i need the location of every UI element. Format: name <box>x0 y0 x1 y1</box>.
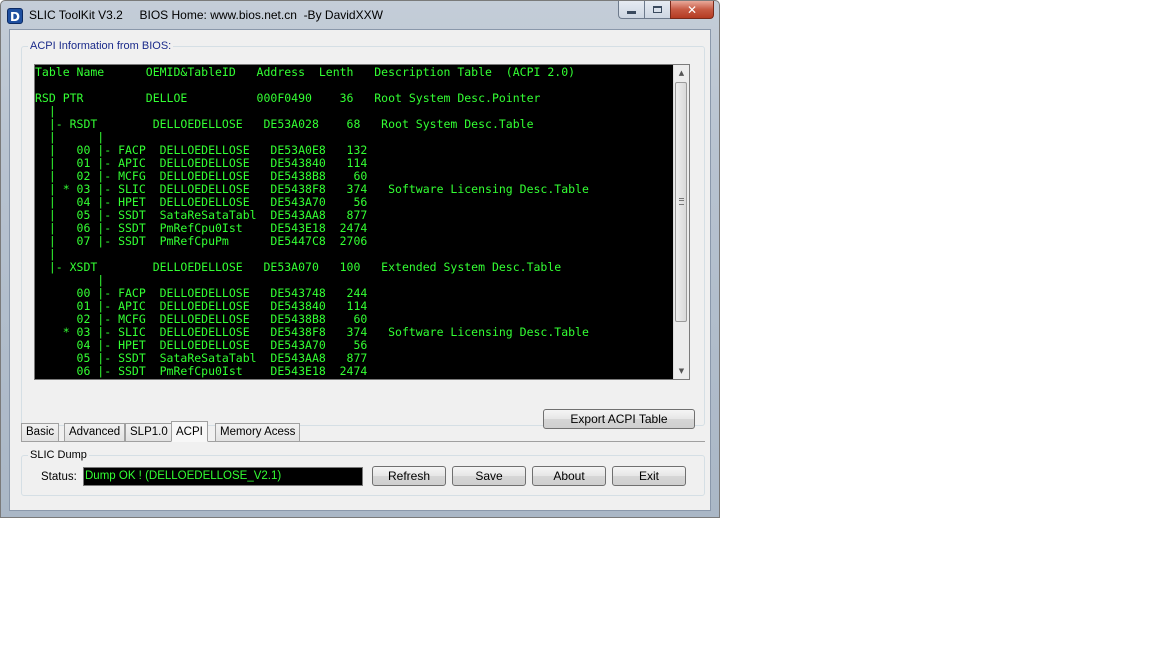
minimize-icon <box>627 11 636 14</box>
scroll-up-arrow-icon[interactable]: ▲ <box>674 65 689 81</box>
exit-button[interactable]: Exit <box>612 466 686 486</box>
tab-basic[interactable]: Basic <box>21 423 60 441</box>
status-field: Dump OK ! (DELLOEDELLOSE_V2.1) <box>83 467 363 486</box>
tab-advanced[interactable]: Advanced <box>64 423 126 441</box>
slic-dump-group: SLIC Dump Status: Dump OK ! (DELLOEDELLO… <box>21 448 705 496</box>
acpi-info-group: ACPI Information from BIOS: Table Name O… <box>21 39 705 429</box>
status-label: Status: <box>41 471 77 483</box>
grip-icon <box>679 198 684 205</box>
acpi-group-legend: ACPI Information from BIOS: <box>28 39 174 53</box>
scroll-down-arrow-icon[interactable]: ▼ <box>674 363 689 379</box>
maximize-icon <box>653 6 662 13</box>
tab-bar: Basic Advanced SLP1.0 ACPI Memory Acess <box>21 421 705 442</box>
maximize-button[interactable] <box>644 1 670 19</box>
acpi-table-text: Table Name OEMID&TableID Address Lenth D… <box>35 65 589 378</box>
scroll-thumb[interactable] <box>675 82 687 322</box>
tab-slp10[interactable]: SLP1.0 <box>125 423 173 441</box>
window-controls: ✕ <box>618 1 714 20</box>
close-button[interactable]: ✕ <box>670 1 714 19</box>
client-area: ACPI Information from BIOS: Table Name O… <box>9 29 711 511</box>
tab-memory-acess[interactable]: Memory Acess <box>215 423 301 441</box>
app-window: D SLIC ToolKit V3.2 BIOS Home: www.bios.… <box>0 0 720 518</box>
minimize-button[interactable] <box>618 1 644 19</box>
save-button[interactable]: Save <box>452 466 526 486</box>
tab-acpi[interactable]: ACPI <box>171 421 208 442</box>
app-icon[interactable]: D <box>7 8 23 24</box>
slic-dump-legend: SLIC Dump <box>28 448 89 462</box>
title-bar[interactable]: D SLIC ToolKit V3.2 BIOS Home: www.bios.… <box>1 1 719 29</box>
window-title: SLIC ToolKit V3.2 BIOS Home: www.bios.ne… <box>29 8 383 22</box>
refresh-button[interactable]: Refresh <box>372 466 446 486</box>
close-icon: ✕ <box>686 2 698 17</box>
about-button[interactable]: About <box>532 466 606 486</box>
console-scrollbar[interactable]: ▲ ▼ <box>673 65 689 379</box>
acpi-table-console[interactable]: Table Name OEMID&TableID Address Lenth D… <box>34 64 690 380</box>
